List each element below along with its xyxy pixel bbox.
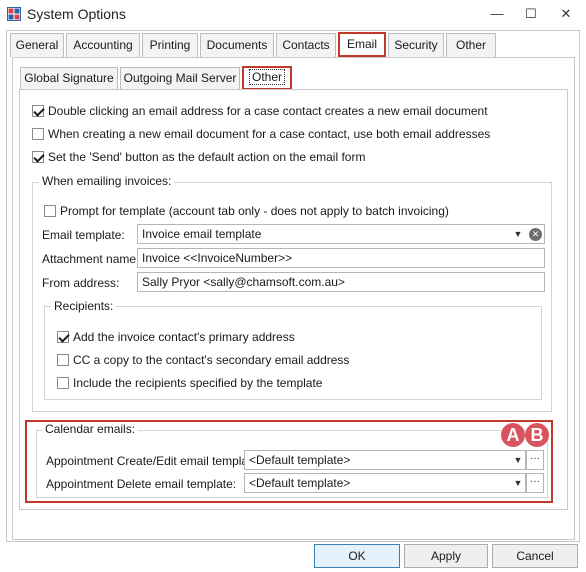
close-button[interactable]: ✕	[556, 5, 576, 23]
calendar-group-title: Calendar emails:	[42, 422, 139, 436]
tab-contacts[interactable]: Contacts	[276, 33, 336, 57]
create-edit-dropdown-icon[interactable]: ▼	[511, 451, 525, 469]
subtab-other-label: Other	[248, 69, 285, 85]
double-click-checkbox[interactable]	[32, 105, 44, 117]
minimize-button[interactable]: —	[487, 5, 507, 23]
from-address-value: Sally Pryor <sally@chamsoft.com.au>	[142, 275, 345, 289]
create-edit-template-value: <Default template>	[249, 453, 351, 467]
subtab-global-signature[interactable]: Global Signature	[20, 67, 118, 89]
send-default-checkbox[interactable]	[32, 151, 44, 163]
both-addresses-checkbox[interactable]	[32, 128, 44, 140]
tab-security[interactable]: Security	[388, 33, 444, 57]
email-template-dropdown-icon[interactable]: ▼	[511, 225, 525, 243]
maximize-button[interactable]: ☐	[521, 5, 541, 23]
email-template-clear-icon[interactable]: ✕	[529, 228, 542, 241]
subtab-other[interactable]: Other	[242, 66, 292, 90]
both-addresses-label: When creating a new email document for a…	[48, 127, 491, 141]
tab-documents[interactable]: Documents	[200, 33, 274, 57]
create-edit-template-label: Appointment Create/Edit email template:	[46, 454, 262, 468]
create-edit-template-select[interactable]: <Default template>	[244, 450, 526, 470]
secondary-address-checkbox[interactable]	[57, 354, 69, 366]
double-click-label: Double clicking an email address for a c…	[48, 104, 488, 118]
secondary-address-label: CC a copy to the contact's secondary ema…	[73, 353, 350, 367]
from-address-input[interactable]: Sally Pryor <sally@chamsoft.com.au>	[137, 272, 545, 292]
invoices-group-title: When emailing invoices:	[39, 174, 175, 188]
delete-dropdown-icon[interactable]: ▼	[511, 474, 525, 492]
delete-template-label: Appointment Delete email template:	[46, 477, 237, 491]
tab-printing[interactable]: Printing	[142, 33, 198, 57]
primary-address-label: Add the invoice contact's primary addres…	[73, 330, 295, 344]
app-grid-icon	[7, 7, 21, 21]
email-template-value: Invoice email template	[142, 227, 262, 241]
apply-button[interactable]: Apply	[404, 544, 488, 568]
attachment-name-label: Attachment name:	[42, 252, 140, 266]
marker-a: A	[501, 423, 525, 447]
email-template-label: Email template:	[42, 228, 125, 242]
email-template-select[interactable]: Invoice email template	[137, 224, 545, 244]
ok-button[interactable]: OK	[314, 544, 400, 568]
attachment-name-value: Invoice <<InvoiceNumber>>	[142, 251, 293, 265]
prompt-template-label: Prompt for template (account tab only - …	[60, 204, 449, 218]
attachment-name-input[interactable]: Invoice <<InvoiceNumber>>	[137, 248, 545, 268]
subtab-outgoing-mail-server[interactable]: Outgoing Mail Server	[120, 67, 240, 89]
cancel-button[interactable]: Cancel	[492, 544, 578, 568]
prompt-template-checkbox[interactable]	[44, 205, 56, 217]
delete-template-value: <Default template>	[249, 476, 351, 490]
send-default-label: Set the 'Send' button as the default act…	[48, 150, 366, 164]
delete-browse-button[interactable]: ···	[526, 473, 544, 493]
tab-other[interactable]: Other	[446, 33, 496, 57]
primary-address-checkbox[interactable]	[57, 331, 69, 343]
title-bar: System Options — ☐ ✕	[0, 0, 586, 30]
tab-email[interactable]: Email	[338, 32, 386, 57]
from-address-label: From address:	[42, 276, 120, 290]
tab-general[interactable]: General	[10, 33, 64, 57]
tab-accounting[interactable]: Accounting	[66, 33, 140, 57]
create-edit-browse-button[interactable]: ···	[526, 450, 544, 470]
template-recipients-checkbox[interactable]	[57, 377, 69, 389]
template-recipients-label: Include the recipients specified by the …	[73, 376, 323, 390]
delete-template-select[interactable]: <Default template>	[244, 473, 526, 493]
recipients-group-title: Recipients:	[51, 299, 117, 313]
marker-b: B	[525, 423, 549, 447]
window-title: System Options	[27, 6, 126, 22]
